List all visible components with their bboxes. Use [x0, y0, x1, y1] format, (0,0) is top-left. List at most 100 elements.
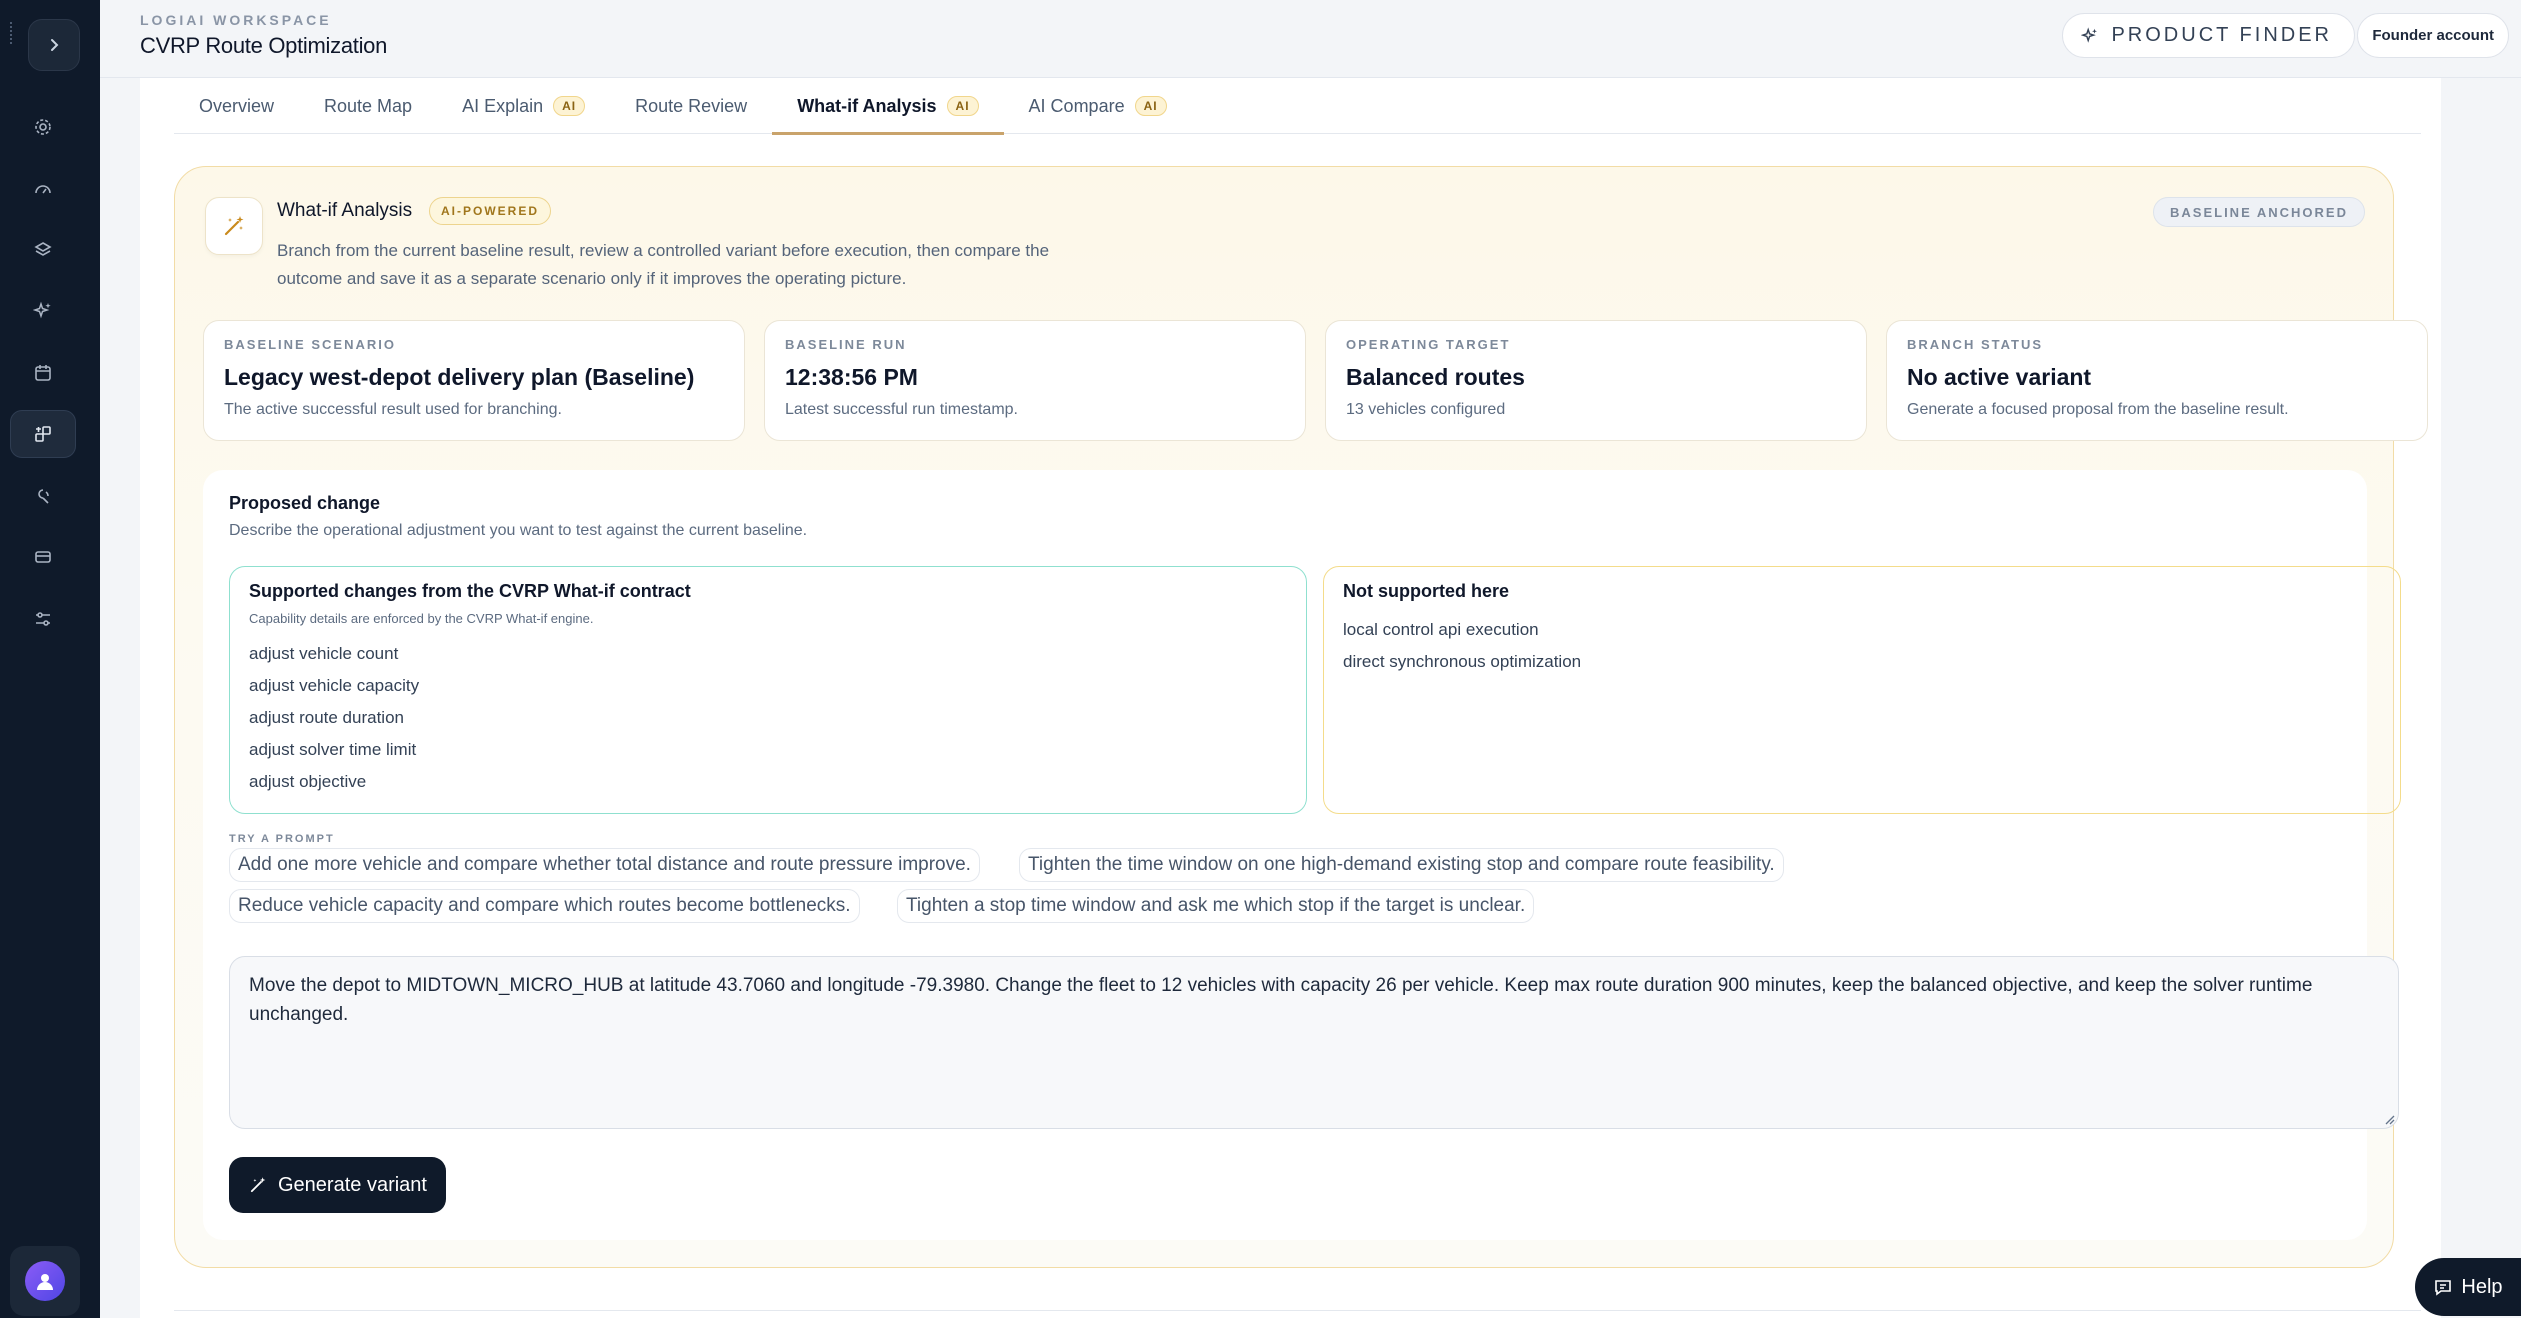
prompt-chip[interactable]: Tighten a stop time window and ask me wh…: [897, 889, 1535, 923]
stat-baseline-scenario: BASELINE SCENARIO Legacy west-depot deli…: [203, 320, 745, 441]
what-if-card: What-if Analysis AI-POWERED Branch from …: [174, 166, 2428, 1268]
not-supported-list: local control api execution direct synch…: [1343, 614, 2381, 678]
sidebar-toggle-button[interactable]: [28, 19, 80, 71]
gauge-icon: [35, 185, 51, 194]
prompt-chip[interactable]: Tighten the time window on one high-dema…: [1019, 848, 1784, 882]
tab-label: Route Review: [635, 95, 748, 116]
tab-label: AI Explain: [462, 95, 544, 116]
wand-icon-box: [205, 197, 263, 255]
tab-bar: Overview Route Map AI Explain AI Route Re…: [174, 78, 2421, 135]
list-item: adjust route duration: [249, 708, 404, 727]
sidebar: [0, 0, 100, 1318]
nav-calendar[interactable]: [10, 349, 76, 397]
tab-label: Route Map: [324, 95, 413, 116]
page-title: CVRP Route Optimization: [140, 33, 388, 58]
supported-title: Supported changes from the CVRP What-if …: [249, 581, 691, 601]
nav-settings[interactable]: [10, 103, 76, 151]
brain-icon: [38, 489, 49, 504]
sparkles-icon: [33, 301, 51, 319]
tab-label: Overview: [199, 95, 275, 116]
baseline-anchored-badge: BASELINE ANCHORED: [2153, 197, 2365, 227]
layers-icon: [34, 242, 52, 256]
grid-icon: [35, 426, 51, 442]
generate-variant-label: Generate variant: [278, 1173, 427, 1196]
stat-label: BASELINE SCENARIO: [224, 337, 396, 352]
list-item: adjust vehicle count: [249, 644, 399, 663]
workspace-label: LOGIAI WORKSPACE: [140, 12, 332, 28]
stat-value: 12:38:56 PM: [785, 364, 918, 390]
nav-workspace[interactable]: [10, 410, 76, 458]
card-description: Branch from the current baseline result,…: [277, 241, 1050, 288]
tab-ai-compare[interactable]: AI Compare AI: [1004, 78, 1192, 134]
account-button[interactable]: Founder account: [2357, 13, 2509, 58]
nav-billing[interactable]: [10, 533, 76, 581]
stat-subtext: The active successful result used for br…: [224, 401, 562, 418]
magic-wand-icon: [224, 216, 244, 236]
supported-changes-box: Supported changes from the CVRP What-if …: [229, 566, 1307, 814]
product-finder-label: PRODUCT FINDER: [2111, 24, 2332, 46]
card-title: What-if Analysis: [277, 200, 413, 221]
not-supported-box: Not supported here local control api exe…: [1323, 566, 2401, 814]
ai-badge: AI: [553, 96, 586, 116]
ai-powered-badge: AI-POWERED: [429, 197, 551, 225]
stat-label: OPERATING TARGET: [1346, 337, 1511, 352]
user-avatar-button[interactable]: [10, 1246, 80, 1316]
gear-icon: [35, 119, 51, 135]
credit-card-icon: [35, 551, 51, 563]
tab-label: AI Compare: [1028, 95, 1125, 116]
avatar: [25, 1261, 65, 1301]
drag-handle[interactable]: [10, 22, 13, 44]
tab-overview[interactable]: Overview: [174, 78, 299, 134]
prompt-chip[interactable]: Add one more vehicle and compare whether…: [229, 848, 980, 882]
main-panel: Overview Route Map AI Explain AI Route Re…: [140, 78, 2441, 1318]
stat-subtext: 13 vehicles configured: [1346, 401, 1506, 418]
stat-value: Legacy west-depot delivery plan (Baselin…: [224, 364, 695, 390]
nav-dashboard[interactable]: [10, 165, 76, 213]
top-header: LOGIAI WORKSPACE CVRP Route Optimization…: [100, 0, 2521, 78]
chevron-right-icon: [51, 39, 59, 51]
help-label: Help: [2461, 1275, 2503, 1298]
stat-label: BRANCH STATUS: [1907, 337, 2044, 352]
generate-variant-button[interactable]: Generate variant: [229, 1157, 446, 1213]
nav-ai[interactable]: [10, 287, 76, 335]
proposed-change-textarea[interactable]: Move the depot to MIDTOWN_MICRO_HUB at l…: [229, 956, 2399, 1129]
list-item: adjust solver time limit: [249, 740, 417, 759]
stat-value: No active variant: [1907, 364, 2092, 390]
list-item: adjust vehicle capacity: [249, 676, 420, 695]
stat-label: BASELINE RUN: [785, 337, 907, 352]
tab-ai-explain[interactable]: AI Explain AI: [437, 78, 610, 134]
stat-branch-status: BRANCH STATUS No active variant Generate…: [1886, 320, 2428, 441]
tab-what-if-analysis[interactable]: What-if Analysis AI: [772, 78, 1004, 135]
supported-subtitle: Capability details are enforced by the C…: [249, 611, 594, 626]
help-button[interactable]: Help: [2415, 1258, 2521, 1316]
stat-operating-target: OPERATING TARGET Balanced routes 13 vehi…: [1325, 320, 1867, 441]
chat-icon: [2435, 1280, 2452, 1296]
try-prompt-label: TRY A PROMPT: [229, 833, 335, 845]
nav-layers[interactable]: [10, 226, 76, 274]
form-description: Describe the operational adjustment you …: [229, 522, 808, 539]
product-finder-button[interactable]: PRODUCT FINDER: [2062, 13, 2355, 58]
list-item: direct synchronous optimization: [1343, 652, 1582, 671]
list-item: local control api execution: [1343, 620, 1539, 639]
nav-analytics[interactable]: [10, 472, 76, 520]
form-title: Proposed change: [229, 493, 381, 513]
sparkles-icon: [2081, 26, 2098, 43]
sliders-icon: [36, 612, 50, 626]
proposed-change-form: Proposed change Describe the operational…: [203, 470, 2401, 1240]
magic-wand-icon: [250, 1177, 266, 1193]
calendar-icon: [35, 365, 51, 381]
nav-preferences[interactable]: [10, 595, 76, 643]
divider: [174, 1310, 2421, 1311]
prompt-chip[interactable]: Reduce vehicle capacity and compare whic…: [229, 889, 860, 923]
tab-label: What-if Analysis: [797, 95, 937, 116]
resize-handle-icon[interactable]: [2383, 1113, 2395, 1125]
textarea-value: Move the depot to MIDTOWN_MICRO_HUB at l…: [249, 975, 2313, 1025]
tab-route-review[interactable]: Route Review: [610, 78, 772, 134]
stat-subtext: Generate a focused proposal from the bas…: [1907, 401, 2289, 418]
stat-value: Balanced routes: [1346, 364, 1525, 390]
stat-subtext: Latest successful run timestamp.: [785, 401, 1018, 418]
user-icon: [37, 1274, 53, 1290]
supported-list: adjust vehicle count adjust vehicle capa…: [249, 638, 1287, 798]
stat-baseline-run: BASELINE RUN 12:38:56 PM Latest successf…: [764, 320, 1306, 441]
tab-route-map[interactable]: Route Map: [299, 78, 437, 134]
